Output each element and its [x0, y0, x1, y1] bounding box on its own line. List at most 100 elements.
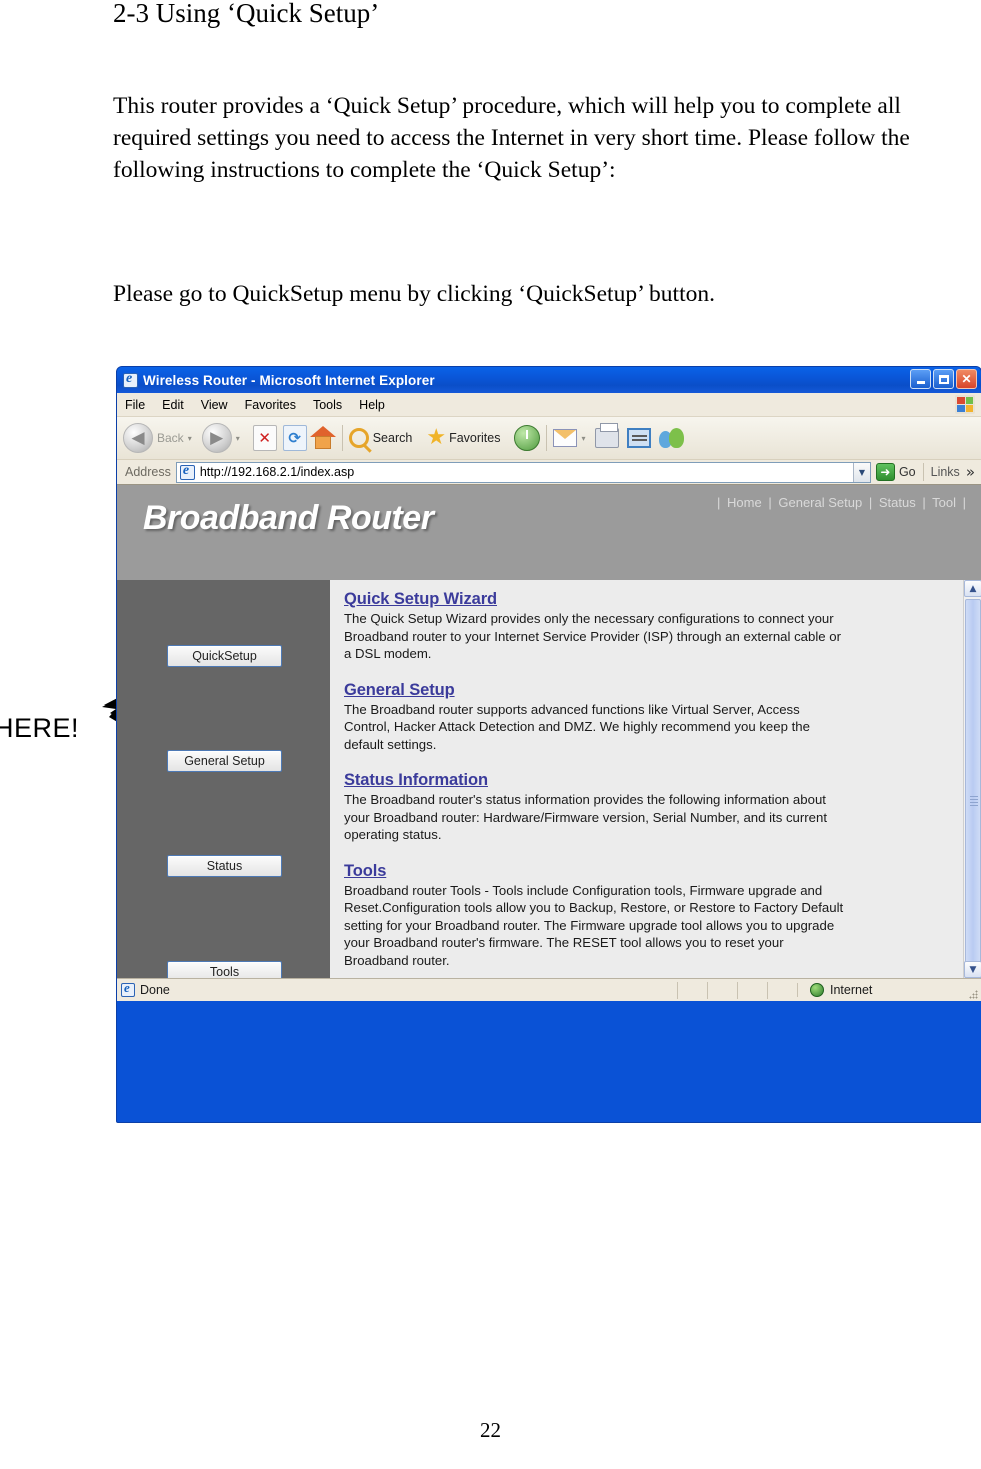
- globe-icon: [810, 983, 824, 997]
- star-icon: ★: [426, 425, 447, 450]
- nav-sep-1: |: [768, 495, 772, 510]
- stop-button[interactable]: ✕: [252, 425, 277, 451]
- minimize-button[interactable]: [910, 369, 931, 389]
- page-title: 2-3 Using ‘Quick Setup’: [113, 0, 380, 28]
- favorites-button[interactable]: ★ Favorites: [426, 425, 509, 450]
- section-body-status-information: The Broadband router's status informatio…: [344, 792, 828, 842]
- section-quick-setup-wizard: Quick Setup Wizard The Quick Setup Wizar…: [344, 590, 981, 663]
- page-icon: [179, 463, 195, 480]
- windows-flag-icon: [955, 395, 975, 414]
- title-bar: Wireless Router - Microsoft Internet Exp…: [117, 367, 981, 393]
- section-tools: Tools Broadband router Tools - Tools inc…: [344, 862, 981, 970]
- section-body-tools: Broadband router Tools - Tools include C…: [344, 882, 844, 968]
- here-annotation-label: HERE!: [0, 713, 80, 743]
- mail-icon: [553, 429, 578, 447]
- router-nav: | Home | General Setup | Status | Tool |: [714, 495, 969, 510]
- mail-chevron-down-icon[interactable]: ▾: [581, 434, 585, 443]
- nav-sep-4: |: [962, 495, 966, 510]
- menu-bar: File Edit View Favorites Tools Help: [117, 393, 981, 417]
- favorites-label: Favorites: [449, 431, 501, 445]
- status-bar: Done Internet: [117, 978, 981, 1001]
- refresh-button[interactable]: ⟳: [282, 425, 307, 451]
- status-page-icon: [121, 980, 135, 997]
- page-number: 22: [480, 1418, 501, 1442]
- maximize-button[interactable]: [933, 369, 954, 389]
- history-button[interactable]: [514, 425, 541, 451]
- toolbar-divider-2: [546, 425, 548, 451]
- status-cell-2: [707, 981, 737, 999]
- search-label: Search: [372, 431, 413, 445]
- scrollbar-thumb[interactable]: [965, 599, 981, 978]
- messenger-button[interactable]: [659, 427, 685, 449]
- router-page-header: Broadband Router | Home | General Setup …: [117, 485, 981, 580]
- go-button[interactable]: ➜ Go: [875, 463, 916, 481]
- address-divider: [922, 463, 924, 481]
- resize-grip-icon[interactable]: [969, 990, 978, 999]
- go-label: Go: [898, 465, 916, 479]
- page-scrollbar[interactable]: ▲ ▼: [963, 580, 981, 978]
- sidebar-item-status[interactable]: Status: [167, 855, 282, 877]
- close-button[interactable]: ✕: [956, 369, 977, 389]
- menu-item-edit[interactable]: Edit: [162, 398, 184, 412]
- forward-arrow-icon: ▶: [201, 423, 232, 453]
- section-title-general-setup[interactable]: General Setup: [344, 681, 981, 700]
- menu-item-favorites[interactable]: Favorites: [245, 398, 296, 412]
- nav-sep-3: |: [922, 495, 926, 510]
- instruction-paragraph: Please go to QuickSetup menu by clicking…: [113, 281, 715, 307]
- nav-item-general-setup[interactable]: General Setup: [778, 495, 862, 510]
- menu-item-view[interactable]: View: [201, 398, 228, 412]
- page-viewport: Broadband Router | Home | General Setup …: [117, 485, 981, 978]
- sidebar-item-quicksetup[interactable]: QuickSetup: [167, 645, 282, 667]
- back-arrow-icon: ◀: [123, 423, 153, 453]
- section-title-quick-setup-wizard[interactable]: Quick Setup Wizard: [344, 590, 981, 609]
- address-input[interactable]: http://192.168.2.1/index.asp ▼: [175, 461, 871, 483]
- security-zone-label: Internet: [830, 983, 873, 997]
- section-body-general-setup: The Broadband router supports advanced f…: [344, 701, 810, 752]
- section-general-setup: General Setup The Broadband router suppo…: [344, 681, 981, 754]
- nav-item-home[interactable]: Home: [727, 495, 762, 510]
- sidebar-item-tools[interactable]: Tools: [167, 961, 282, 978]
- back-label: Back: [157, 431, 184, 445]
- section-title-tools[interactable]: Tools: [344, 862, 981, 881]
- window-controls: ✕: [910, 369, 977, 389]
- browser-toolbar: ◀ Back ▾ ▶ ▾ ✕ ⟳ Search ★ Favorites ▾: [117, 417, 981, 460]
- nav-item-tool[interactable]: Tool: [932, 495, 956, 510]
- edit-button[interactable]: [627, 428, 652, 448]
- intro-paragraph: This router provides a ‘Quick Setup’ pro…: [113, 93, 910, 183]
- menu-item-help[interactable]: Help: [359, 398, 385, 412]
- window-title: Wireless Router - Microsoft Internet Exp…: [143, 372, 435, 388]
- search-icon: [348, 428, 369, 448]
- browser-window: Wireless Router - Microsoft Internet Exp…: [116, 366, 981, 1123]
- print-button[interactable]: [595, 423, 620, 448]
- mail-button[interactable]: ▾: [553, 429, 590, 447]
- address-bar: Address http://192.168.2.1/index.asp ▼ ➜…: [117, 460, 981, 485]
- status-cell-4: [767, 981, 797, 999]
- forward-chevron-down-icon[interactable]: ▾: [236, 434, 240, 443]
- scroll-up-button[interactable]: ▲: [964, 580, 981, 597]
- nav-item-status[interactable]: Status: [879, 495, 916, 510]
- section-title-status-information[interactable]: Status Information: [344, 771, 981, 790]
- address-label: Address: [125, 465, 171, 479]
- sidebar-item-general-setup[interactable]: General Setup: [167, 750, 282, 772]
- search-button[interactable]: Search: [348, 428, 422, 448]
- router-content: Quick Setup Wizard The Quick Setup Wizar…: [330, 580, 981, 978]
- status-text: Done: [140, 983, 170, 997]
- brand-title: Broadband Router: [143, 499, 434, 537]
- links-button[interactable]: Links: [931, 465, 960, 479]
- address-url-text: http://192.168.2.1/index.asp: [199, 465, 355, 479]
- back-chevron-down-icon[interactable]: ▾: [188, 434, 192, 443]
- home-button[interactable]: [309, 426, 336, 450]
- menu-item-file[interactable]: File: [125, 398, 145, 412]
- status-cells: Internet: [677, 981, 977, 999]
- toolbar-overflow-icon[interactable]: »: [966, 463, 975, 481]
- section-body-quick-setup-wizard: The Quick Setup Wizard provides only the…: [344, 611, 841, 661]
- status-cell-1: [677, 981, 707, 999]
- back-button[interactable]: ◀ Back ▾: [123, 423, 197, 453]
- address-dropdown-icon[interactable]: ▼: [852, 462, 870, 482]
- menu-item-tools[interactable]: Tools: [313, 398, 342, 412]
- security-zone: Internet: [797, 983, 977, 997]
- router-sidebar: QuickSetup General Setup Status Tools: [117, 580, 330, 978]
- nav-sep-0: |: [717, 495, 721, 510]
- scroll-down-button[interactable]: ▼: [964, 961, 981, 978]
- forward-button[interactable]: ▶ ▾: [201, 423, 245, 453]
